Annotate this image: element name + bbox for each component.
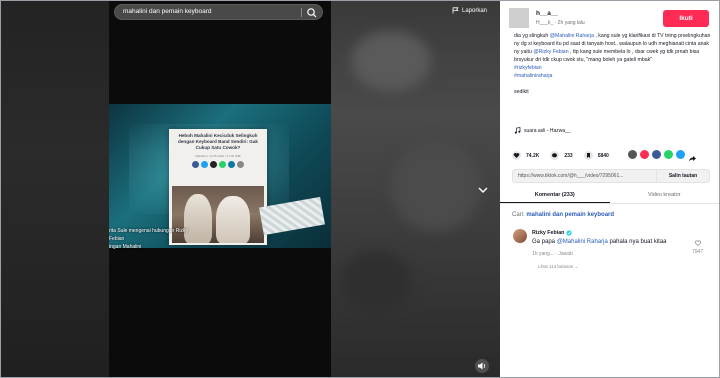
comment-mention-link[interactable]: @Mahalini Raharja <box>557 239 608 245</box>
search-input[interactable]: mahalini dan pemain keyboard <box>123 8 212 15</box>
author-subtitle: H___k_ · 2h yang lalu <box>536 20 585 26</box>
comment-like[interactable]: 7947 <box>692 239 703 255</box>
author-avatar[interactable] <box>509 8 529 28</box>
link-row: https://www.tiktok.com/@h___/video/72950… <box>512 169 710 183</box>
copy-link-button[interactable]: Salin tautan <box>657 169 710 183</box>
description-text: dia yg slingkuh <box>514 33 550 39</box>
commenter-name-row: Rizky Febian <box>532 230 572 236</box>
save-count: 5840 <box>597 152 609 159</box>
search-bar[interactable]: mahalini dan pemain keyboard <box>114 4 323 20</box>
music-label: suara asli - Hazwa__ <box>524 127 571 134</box>
video-url-field[interactable]: https://www.tiktok.com/@h___/video/72950… <box>512 169 657 183</box>
comment-text-part: Ga papa <box>532 239 557 245</box>
details-panel: h__a__ H___k_ · 2h yang lalu Ikuti dia y… <box>500 1 719 377</box>
comment-search-suggestion[interactable]: Cari: mahalini dan pemain keyboard <box>512 212 614 218</box>
chevron-down-icon[interactable] <box>476 183 490 197</box>
facebook-icon[interactable] <box>652 150 661 159</box>
comment-meta: 1h yang... · Jawab <box>532 251 573 257</box>
like-count: 74.2K <box>526 152 540 159</box>
video-description: dia yg slingkuh @Mahalini Raharja , kang… <box>514 32 714 96</box>
follow-button[interactable]: Ikuti <box>663 10 709 27</box>
article-subtitle: Mahalini | 12.05.2023 | 17.00 WIB <box>195 153 241 158</box>
comment-icon[interactable] <box>550 151 560 160</box>
heart-icon[interactable] <box>512 151 521 160</box>
flag-icon <box>452 7 459 14</box>
tab-creator-videos[interactable]: Video kreator <box>610 189 720 203</box>
twitter-icon[interactable] <box>676 150 685 159</box>
comment-count: 233 <box>564 152 573 159</box>
description-extra: sedikit <box>514 89 529 95</box>
author-name[interactable]: h__a__ <box>536 10 558 17</box>
commenter-avatar[interactable] <box>513 229 527 243</box>
send-icon[interactable] <box>640 150 649 159</box>
report-button[interactable]: Laporkan <box>452 7 487 14</box>
bookmark-icon[interactable] <box>583 151 593 160</box>
commenter-name[interactable]: Rizky Febian <box>532 230 564 236</box>
report-label: Laporkan <box>462 7 488 14</box>
article-share-icons <box>169 160 267 168</box>
embed-icon[interactable] <box>628 150 637 159</box>
share-arrow-icon[interactable] <box>688 150 697 162</box>
speaker-icon <box>478 362 486 370</box>
mention-link[interactable]: @Mahalini Raharja <box>550 33 594 39</box>
volume-button[interactable] <box>475 359 489 373</box>
video-caption: rita Sule mengenai hubungan Rizky Febian… <box>109 228 188 250</box>
video-frame[interactable]: Heboh Mahalini Kecicduk Selingkuh dengan… <box>109 1 331 377</box>
app-window: Heboh Mahalini Kecicduk Selingkuh dengan… <box>0 0 720 378</box>
heart-outline-icon <box>694 240 701 247</box>
hashtag-link[interactable]: #mahaliniraharja <box>514 72 714 80</box>
whatsapp-icon[interactable] <box>664 150 673 159</box>
hashtag-link[interactable]: #rizkyfebian <box>514 64 714 72</box>
video-player-area[interactable]: Heboh Mahalini Kecicduk Selingkuh dengan… <box>1 1 500 377</box>
blurred-background-right <box>331 1 500 377</box>
stats-row: 74.2K 233 5840 <box>512 151 609 160</box>
mention-link[interactable]: @Rizky Febian <box>533 49 568 55</box>
comment-like-count: 7947 <box>692 249 704 255</box>
comment-text: Ga papa @Mahalini Raharja pahala nya bua… <box>532 239 667 245</box>
tab-comments[interactable]: Komentar (233) <box>500 189 610 203</box>
search-query-link[interactable]: mahalini dan pemain keyboard <box>526 212 614 218</box>
search-prefix: Cari: <box>512 212 527 218</box>
verified-badge-icon <box>566 230 572 236</box>
share-icons <box>628 150 697 162</box>
comment-text-part: pahala nya buat kitaa <box>607 239 667 245</box>
view-replies-button[interactable]: Lihat 114 balasan ⌄ <box>538 264 578 270</box>
search-icon[interactable] <box>306 7 318 19</box>
music-note-icon <box>514 127 521 134</box>
article-title: Heboh Mahalini Kecicduk Selingkuh dengan… <box>178 133 258 151</box>
music-info[interactable]: suara asli - Hazwa__ <box>514 127 571 134</box>
comments-tabs: Komentar (233) Video kreator <box>500 189 719 204</box>
blurred-background-left <box>1 1 109 377</box>
